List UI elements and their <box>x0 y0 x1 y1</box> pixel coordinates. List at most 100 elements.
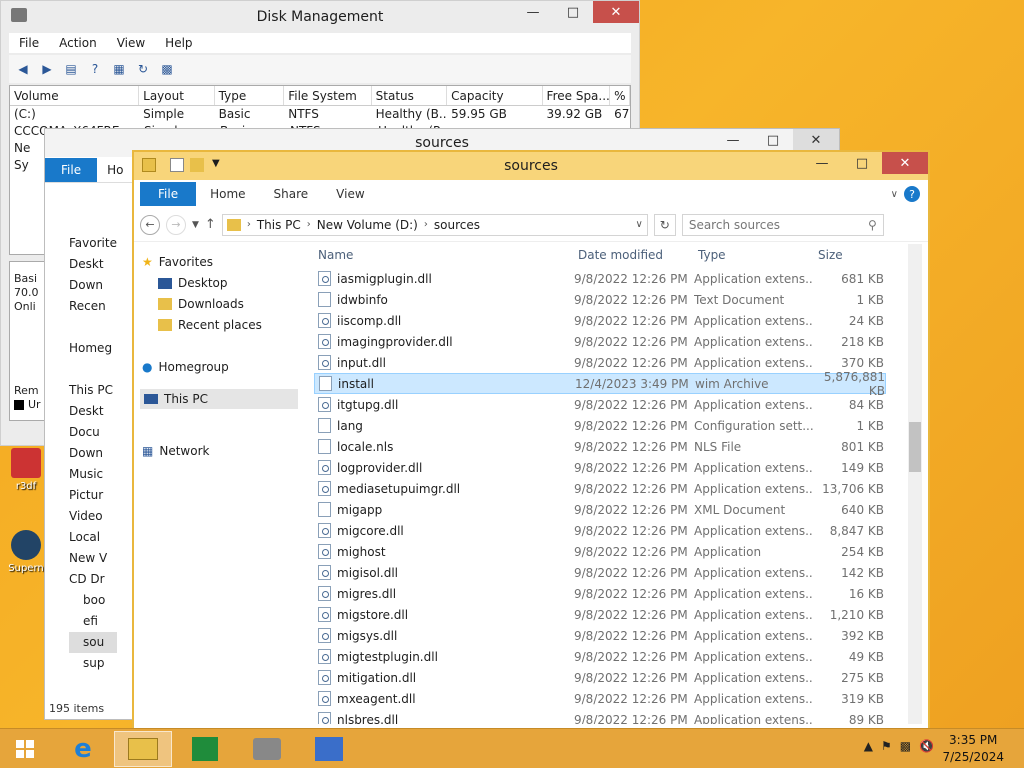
store-button[interactable] <box>176 731 234 767</box>
file-row[interactable]: imagingprovider.dll 9/8/2022 12:26 PM Appl… <box>314 331 886 352</box>
tab-home[interactable]: Ho <box>97 163 133 177</box>
col-type[interactable]: Type <box>215 86 285 105</box>
properties-icon[interactable] <box>170 158 184 172</box>
file-row[interactable]: migres.dll 9/8/2022 12:26 PM Application e… <box>314 583 886 604</box>
chevron-down-icon[interactable]: ∨ <box>636 219 643 230</box>
nav-network[interactable]: ▦ Network <box>142 441 209 461</box>
desktop-icon[interactable]: r3df <box>6 448 46 492</box>
col-layout[interactable]: Layout <box>139 86 215 105</box>
maximize-button[interactable]: □ <box>842 152 882 174</box>
disk-management-button[interactable] <box>238 731 296 767</box>
file-row[interactable]: iasmigplugin.dll 9/8/2022 12:26 PM Applica… <box>314 268 886 289</box>
breadcrumb-thispc[interactable]: This PC <box>257 218 301 232</box>
refresh-button[interactable]: ↻ <box>653 213 676 236</box>
file-row[interactable]: input.dll 9/8/2022 12:26 PM Application ex… <box>314 352 886 373</box>
nav-videos[interactable]: Video <box>69 506 117 527</box>
expand-ribbon-icon[interactable]: ∨ <box>891 189 898 200</box>
file-row[interactable]: iiscomp.dll 9/8/2022 12:26 PM Application … <box>314 310 886 331</box>
col-capacity[interactable]: Capacity <box>447 86 543 105</box>
nav-documents[interactable]: Docu <box>69 422 117 443</box>
maximize-button[interactable]: □ <box>553 1 593 23</box>
address-bar[interactable]: › This PC › New Volume (D:) › sources ∨ <box>221 213 648 236</box>
help-icon[interactable]: ? <box>904 186 920 202</box>
file-row[interactable]: logprovider.dll 9/8/2022 12:26 PM Applicat… <box>314 457 886 478</box>
minimize-button[interactable]: — <box>802 152 842 174</box>
disk-0-label[interactable]: Basi 70.0 Onli <box>14 272 39 314</box>
file-row[interactable]: locale.nls 9/8/2022 12:26 PM NLS File 801 K… <box>314 436 886 457</box>
recent-locations-icon[interactable]: ▼ <box>192 220 199 230</box>
menu-file[interactable]: File <box>9 36 49 50</box>
rescan-icon[interactable]: ▩ <box>157 60 177 78</box>
col-date-modified[interactable]: Date modified <box>572 248 692 262</box>
col-name[interactable]: Name <box>312 248 572 262</box>
new-folder-icon[interactable] <box>190 158 204 172</box>
breadcrumb-sources[interactable]: sources <box>434 218 480 232</box>
nav-local[interactable]: Local <box>69 527 117 548</box>
nav-recent[interactable]: Recen <box>69 296 117 317</box>
nav-pictures[interactable]: Pictur <box>69 485 117 506</box>
nav-favorites[interactable]: ★ Favorites <box>142 252 213 272</box>
file-row[interactable]: mitigation.dll 9/8/2022 12:26 PM Applicati… <box>314 667 886 688</box>
file-row[interactable]: migtestplugin.dll 9/8/2022 12:26 PM Applic… <box>314 646 886 667</box>
tab-share[interactable]: Share <box>260 187 323 201</box>
scrollbar-thumb[interactable] <box>909 422 921 472</box>
col-filesystem[interactable]: File System <box>284 86 372 105</box>
nav-downloads[interactable]: Down <box>69 275 117 296</box>
forward-button[interactable]: → <box>166 214 186 235</box>
file-row[interactable]: migsys.dll 9/8/2022 12:26 PM Application e… <box>314 625 886 646</box>
file-row[interactable]: idwbinfo 9/8/2022 12:26 PM Text Document 1 … <box>314 289 886 310</box>
vertical-scrollbar[interactable] <box>908 244 922 724</box>
nav-desktop[interactable]: Deskt <box>69 254 117 275</box>
nav-efi[interactable]: efi <box>69 611 117 632</box>
file-row[interactable]: itgtupg.dll 9/8/2022 12:26 PM Application … <box>314 394 886 415</box>
file-explorer-button[interactable] <box>114 731 172 767</box>
start-button[interactable] <box>0 731 50 767</box>
minimize-button[interactable]: — <box>713 129 753 151</box>
volume-row[interactable]: (C:) Simple Basic NTFS Healthy (B... 59.… <box>10 106 630 123</box>
file-row[interactable]: mxeagent.dll 9/8/2022 12:26 PM Application… <box>314 688 886 709</box>
col-size[interactable]: Size <box>812 248 882 262</box>
list-view-icon[interactable]: ▤ <box>61 60 81 78</box>
menu-help[interactable]: Help <box>155 36 202 50</box>
close-button[interactable]: ✕ <box>882 152 928 174</box>
properties-icon[interactable]: ▦ <box>109 60 129 78</box>
nav-boot[interactable]: boo <box>69 590 117 611</box>
volume-muted-icon[interactable]: 🔇 <box>919 739 934 753</box>
col-type[interactable]: Type <box>692 248 812 262</box>
maximize-button[interactable]: □ <box>753 129 793 151</box>
flag-icon[interactable]: ⚑ <box>881 739 892 753</box>
nav-cddrive[interactable]: CD Dr <box>69 569 117 590</box>
file-row[interactable]: migstore.dll 9/8/2022 12:26 PM Application… <box>314 604 886 625</box>
nav-favorites[interactable]: Favorite <box>69 233 117 254</box>
nav-sources[interactable]: sou <box>69 632 117 653</box>
nav-newvolume[interactable]: New V <box>69 548 117 569</box>
tab-file[interactable]: File <box>45 157 98 182</box>
nav-thispc[interactable]: This PC <box>140 389 298 409</box>
search-input[interactable]: Search sources ⚲ <box>681 213 884 236</box>
nav-downloads[interactable]: Downloads <box>158 294 244 314</box>
tab-home[interactable]: Home <box>196 187 259 201</box>
file-row[interactable]: migisol.dll 9/8/2022 12:26 PM Application … <box>314 562 886 583</box>
nav-desktop2[interactable]: Deskt <box>69 401 117 422</box>
nav-music[interactable]: Music <box>69 464 117 485</box>
file-row[interactable]: mighost 9/8/2022 12:26 PM Application 254 K… <box>314 541 886 562</box>
file-row[interactable]: mediasetupuimgr.dll 9/8/2022 12:26 PM Appl… <box>314 478 886 499</box>
file-row[interactable]: nlsbres.dll 9/8/2022 12:26 PM Application … <box>314 709 886 724</box>
back-button[interactable]: ← <box>140 214 160 235</box>
col-free-space[interactable]: Free Spa... <box>543 86 611 105</box>
minimize-button[interactable]: — <box>513 1 553 23</box>
up-button[interactable]: ↑ <box>205 217 216 232</box>
app-button[interactable] <box>300 731 358 767</box>
tab-file[interactable]: File <box>140 182 197 206</box>
internet-explorer-button[interactable]: e <box>54 731 112 767</box>
nav-homegroup[interactable]: Homeg <box>69 338 117 359</box>
file-row[interactable]: migcore.dll 9/8/2022 12:26 PM Application … <box>314 520 886 541</box>
clock[interactable]: 3:35 PM 7/25/2024 <box>942 732 1004 766</box>
show-hidden-icons[interactable]: ▲ <box>864 739 873 753</box>
tab-view[interactable]: View <box>322 187 378 201</box>
nav-homegroup[interactable]: ● Homegroup <box>142 357 229 377</box>
file-row[interactable]: migapp 9/8/2022 12:26 PM XML Document 640 K… <box>314 499 886 520</box>
desktop-icon[interactable]: Supern <box>6 530 46 574</box>
back-icon[interactable]: ◀ <box>13 60 33 78</box>
nav-thispc[interactable]: This PC <box>69 380 117 401</box>
